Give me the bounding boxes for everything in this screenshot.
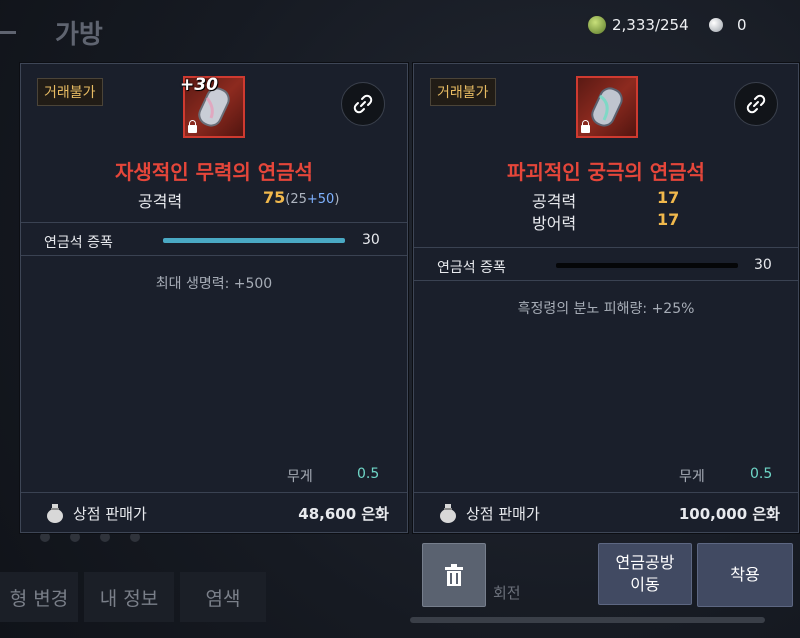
page-dot bbox=[130, 532, 140, 542]
stat-label: 방어력 bbox=[532, 214, 577, 233]
sell-price-row: 상점 판매가 48,600 은화 bbox=[21, 493, 407, 533]
link-icon bbox=[353, 94, 373, 114]
money-bag-icon bbox=[47, 504, 63, 523]
sell-label: 상점 판매가 bbox=[73, 505, 147, 523]
divider bbox=[414, 247, 798, 248]
trade-restricted-badge: 거래불가 bbox=[37, 78, 103, 106]
stat-value: 17 bbox=[657, 210, 680, 229]
amp-value: 30 bbox=[754, 257, 772, 273]
sell-value: 48,600 은화 bbox=[298, 505, 389, 523]
page-dot bbox=[70, 532, 80, 542]
alchemy-stone-icon bbox=[576, 76, 638, 138]
contribution-counter: 2,333/254 bbox=[588, 16, 689, 34]
divider bbox=[21, 255, 407, 256]
stat-defense: 방어력 17 bbox=[414, 210, 798, 233]
weight-label: 무게 bbox=[287, 469, 313, 485]
link-button[interactable] bbox=[341, 82, 385, 126]
link-button[interactable] bbox=[734, 82, 778, 126]
divider bbox=[414, 280, 798, 281]
contribution-icon bbox=[588, 16, 606, 34]
amp-value: 30 bbox=[362, 232, 380, 248]
sell-label: 상점 판매가 bbox=[466, 505, 540, 523]
enhance-level: +30 bbox=[180, 75, 218, 95]
link-icon bbox=[746, 94, 766, 114]
effect-text: 최대 생명력: +500 bbox=[155, 276, 273, 292]
left-item-tooltip: 거래불가 +30 자생적인 무력의 연금석 공격력 75(25+50) 연금석 … bbox=[20, 63, 408, 533]
page-dot bbox=[100, 532, 110, 542]
right-item-tooltip: 거래불가 파괴적인 궁극의 연금석 공격력 17 방어력 17 연금석 증폭 3… bbox=[413, 63, 799, 533]
lock-icon bbox=[188, 120, 197, 133]
equip-button[interactable]: 착용 bbox=[697, 543, 793, 607]
stat-attack: 공격력 75(25+50) bbox=[21, 188, 407, 211]
amp-label: 연금석 증폭 bbox=[437, 260, 506, 276]
pearl-amount: 0 bbox=[737, 16, 747, 34]
sell-price-row: 상점 판매가 100,000 은화 bbox=[414, 493, 798, 533]
item-name: 자생적인 무력의 연금석 bbox=[115, 160, 313, 184]
page-dots bbox=[40, 532, 140, 542]
pearl-icon bbox=[709, 18, 723, 32]
lock-icon bbox=[581, 120, 590, 133]
tab-dye[interactable]: 염색 bbox=[180, 572, 266, 622]
amp-label: 연금석 증폭 bbox=[44, 235, 113, 251]
contribution-amount: 2,333/254 bbox=[612, 16, 689, 34]
item-name: 파괴적인 궁극의 연금석 bbox=[507, 160, 705, 184]
stat-label: 공격력 bbox=[532, 192, 577, 211]
divider bbox=[21, 222, 407, 223]
stat-value: 75(25+50) bbox=[263, 188, 340, 207]
inventory-title: 가방 bbox=[55, 20, 103, 50]
amp-progress-bar bbox=[163, 238, 345, 243]
stat-attack: 공격력 17 bbox=[414, 188, 798, 211]
alchemy-workshop-button[interactable]: 연금공방 이동 bbox=[598, 543, 692, 605]
weight-label: 무게 bbox=[679, 469, 705, 485]
trash-icon bbox=[445, 564, 463, 586]
back-icon[interactable] bbox=[0, 31, 16, 34]
weight-value: 0.5 bbox=[357, 466, 380, 482]
money-bag-icon bbox=[440, 504, 456, 523]
stat-value: 17 bbox=[657, 188, 680, 207]
stat-label: 공격력 bbox=[138, 192, 183, 211]
scrollbar[interactable] bbox=[410, 617, 765, 623]
tab-my-info[interactable]: 내 정보 bbox=[84, 572, 174, 622]
sell-value: 100,000 은화 bbox=[678, 505, 780, 523]
effect-text: 흑정령의 분노 피해량: +25% bbox=[517, 301, 695, 317]
alchemy-stone-icon: +30 bbox=[180, 75, 245, 138]
inventory-header: 가방 2,333/254 0 bbox=[0, 0, 800, 60]
weight-value: 0.5 bbox=[750, 466, 773, 482]
tab-appearance[interactable]: 형 변경 bbox=[0, 572, 78, 622]
rotate-label: 회전 bbox=[493, 584, 521, 602]
page-dot bbox=[40, 532, 50, 542]
amp-progress-bar bbox=[556, 263, 738, 268]
trade-restricted-badge: 거래불가 bbox=[430, 78, 496, 106]
discard-button[interactable] bbox=[422, 543, 486, 607]
pearl-counter: 0 bbox=[709, 16, 747, 34]
